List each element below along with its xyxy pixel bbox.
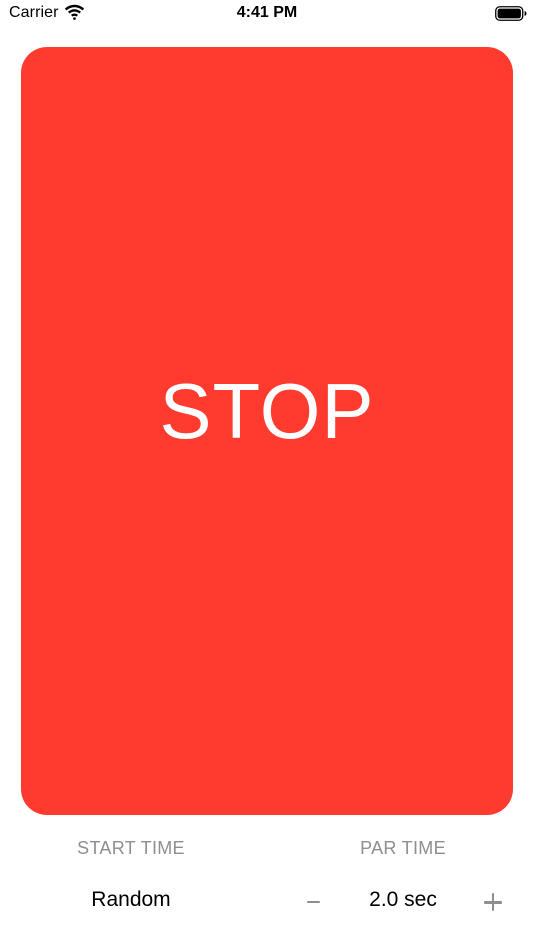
- start-time-label: START TIME: [77, 838, 185, 858]
- start-time-value[interactable]: Random: [0, 888, 262, 912]
- battery-icon: [495, 6, 527, 21]
- signal-text: STOP: [159, 366, 375, 455]
- par-time-label: PAR TIME: [360, 838, 446, 858]
- minus-icon: [306, 900, 320, 904]
- par-time-value: 2.0 sec: [369, 888, 437, 911]
- status-bar: Carrier 4:41 PM: [0, 0, 534, 30]
- signal-card[interactable]: STOP: [21, 47, 513, 815]
- increase-par-time-button[interactable]: [478, 887, 508, 917]
- app-screen: Carrier 4:41 PM STOP START TIME PAR TIME…: [0, 0, 534, 950]
- status-time: 4:41 PM: [236, 4, 298, 21]
- decrease-par-time-button[interactable]: [298, 885, 328, 915]
